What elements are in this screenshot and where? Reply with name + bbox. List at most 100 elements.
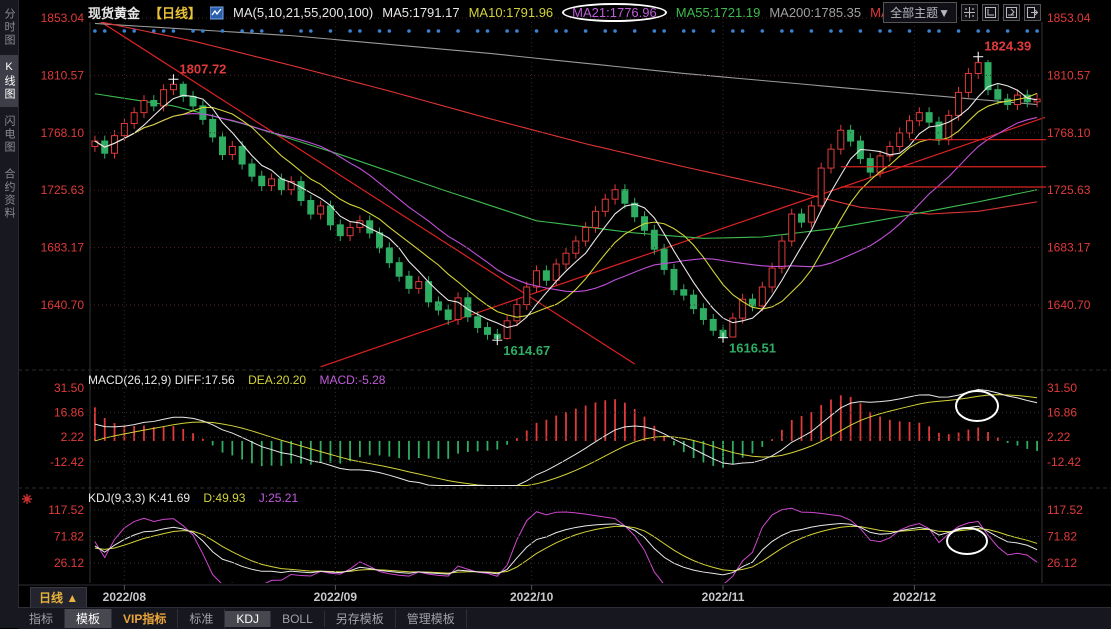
signal-dot	[1025, 29, 1029, 33]
axis-label: 117.52	[48, 503, 84, 517]
sidebar-item-contract-info[interactable]: 合约资料	[0, 162, 18, 226]
signal-dot	[937, 29, 941, 33]
axis-label: 1853.04	[41, 11, 85, 25]
tab-save-template[interactable]: 另存模板	[325, 609, 396, 628]
signal-dot	[662, 29, 666, 33]
signal-dot	[427, 29, 431, 33]
macd-bar-value: MACD:-5.28	[319, 373, 385, 387]
period-label: 【日线】	[149, 3, 201, 22]
kdj-pane-header: KDJ(9,3,3) K:41.69 D:49.93 J:25.21	[88, 491, 308, 505]
axis-label: 1810.57	[41, 68, 85, 82]
ma10-value: MA10:1791.96	[469, 5, 554, 20]
signal-dot	[172, 29, 176, 33]
signal-dot	[515, 29, 519, 33]
signal-dot	[123, 29, 127, 33]
signal-dot	[976, 29, 980, 33]
tab-indicator[interactable]: 指标	[18, 609, 65, 628]
ma21-value-highlighted: MA21:1776.96	[562, 3, 667, 22]
signal-dot	[280, 29, 284, 33]
signal-dot	[191, 29, 195, 33]
signal-dot	[299, 29, 303, 33]
kdj-settings-icon[interactable]	[22, 494, 32, 504]
ma-settings-label[interactable]: MA(5,10,21,55,200,100)	[233, 5, 373, 20]
signal-dot	[603, 29, 607, 33]
signal-dot	[486, 29, 490, 33]
signal-dot	[633, 29, 637, 33]
signal-dot	[829, 29, 833, 33]
axis-label: 2022/11	[702, 590, 745, 604]
theme-dropdown-button[interactable]: 全部主题▼	[883, 2, 957, 23]
tab-kdj[interactable]: KDJ	[225, 611, 271, 627]
tab-template[interactable]: 模板	[65, 609, 112, 628]
axis-label: 71.82	[54, 530, 84, 544]
signal-dot	[103, 29, 107, 33]
signal-dot	[731, 29, 735, 33]
price-annotation: 1616.51	[729, 341, 776, 356]
period-selector-button[interactable]: 日线 ▲	[30, 587, 87, 608]
instrument-title: 现货黄金	[88, 3, 140, 22]
signal-dot	[986, 29, 990, 33]
tab-manage-template[interactable]: 管理模板	[396, 609, 467, 628]
axis-label: 16.86	[1047, 406, 1077, 420]
trendline[interactable]	[321, 117, 1047, 367]
chart-canvas[interactable]: 1853.041853.041810.571810.571768.101768.…	[0, 0, 1111, 628]
axis-label: 31.50	[1047, 381, 1077, 395]
signal-dot	[682, 29, 686, 33]
axis-label: -12.42	[50, 455, 84, 469]
signal-dot	[329, 29, 333, 33]
signal-dot	[250, 29, 254, 33]
header-toolbar: 全部主题▼	[883, 2, 1041, 23]
signal-dot	[476, 29, 480, 33]
tab-standard[interactable]: 标准	[178, 609, 225, 628]
ma200-value: MA200:1785.35	[769, 5, 861, 20]
axis-label: 2.22	[1047, 430, 1071, 444]
signal-dot	[564, 29, 568, 33]
signal-dot	[859, 29, 863, 33]
signal-dot	[927, 29, 931, 33]
signal-dot	[221, 29, 225, 33]
signal-dot	[152, 29, 156, 33]
bottom-tab-bar: 指标 模板 VIP指标 标准 KDJ BOLL 另存模板 管理模板	[18, 607, 1111, 629]
sidebar-item-time-chart[interactable]: 分时图	[0, 2, 18, 53]
axis-scale-icon[interactable]	[982, 4, 999, 21]
axis-pan-icon[interactable]	[1003, 4, 1020, 21]
j-line	[95, 508, 1037, 585]
signal-dot	[760, 29, 764, 33]
main-pane	[92, 18, 1047, 367]
axis-label: 1640.70	[1047, 298, 1091, 312]
sidebar-item-flash-chart[interactable]: 闪电图	[0, 109, 18, 160]
macd-pane-header: MACD(26,12,9) DIFF:17.56 DEA:20.20 MACD:…	[88, 373, 395, 387]
axis-label: 71.82	[1047, 530, 1077, 544]
tab-vip-indicator[interactable]: VIP指标	[112, 609, 178, 628]
signal-dot	[240, 29, 244, 33]
axis-label: 26.12	[54, 556, 84, 570]
signal-dot	[653, 29, 657, 33]
axis-label: 1640.70	[41, 298, 85, 312]
axis-label: 2022/08	[103, 590, 147, 604]
signal-dot	[358, 29, 362, 33]
signal-dot	[839, 29, 843, 33]
signal-dot	[908, 29, 912, 33]
ma55-line	[95, 94, 1037, 239]
axis-label: 117.52	[1047, 503, 1083, 517]
sidebar-item-kline-chart[interactable]: K线图	[0, 55, 18, 107]
trendline[interactable]	[95, 18, 635, 364]
crosshair-icon[interactable]	[961, 4, 978, 21]
signal-dot	[309, 29, 313, 33]
ma5-value: MA5:1791.17	[382, 5, 459, 20]
signal-dot	[878, 29, 882, 33]
collapse-panel-icon[interactable]	[1024, 4, 1041, 21]
axis-label: 31.50	[54, 381, 84, 395]
signal-dot	[810, 29, 814, 33]
axis-label: 2.22	[61, 430, 85, 444]
axis-label: -12.42	[1047, 455, 1081, 469]
left-sidebar: 分时图 K线图 闪电图 合约资料	[0, 0, 19, 628]
ma10-line	[95, 93, 1037, 317]
highlight-ellipse	[947, 528, 987, 554]
tab-boll[interactable]: BOLL	[271, 611, 325, 627]
signal-dot	[388, 29, 392, 33]
price-annotation: 1824.39	[984, 39, 1031, 54]
axis-label: 1853.04	[1047, 11, 1091, 25]
signal-dot	[1035, 29, 1039, 33]
axis-label: 1683.17	[1047, 241, 1091, 255]
